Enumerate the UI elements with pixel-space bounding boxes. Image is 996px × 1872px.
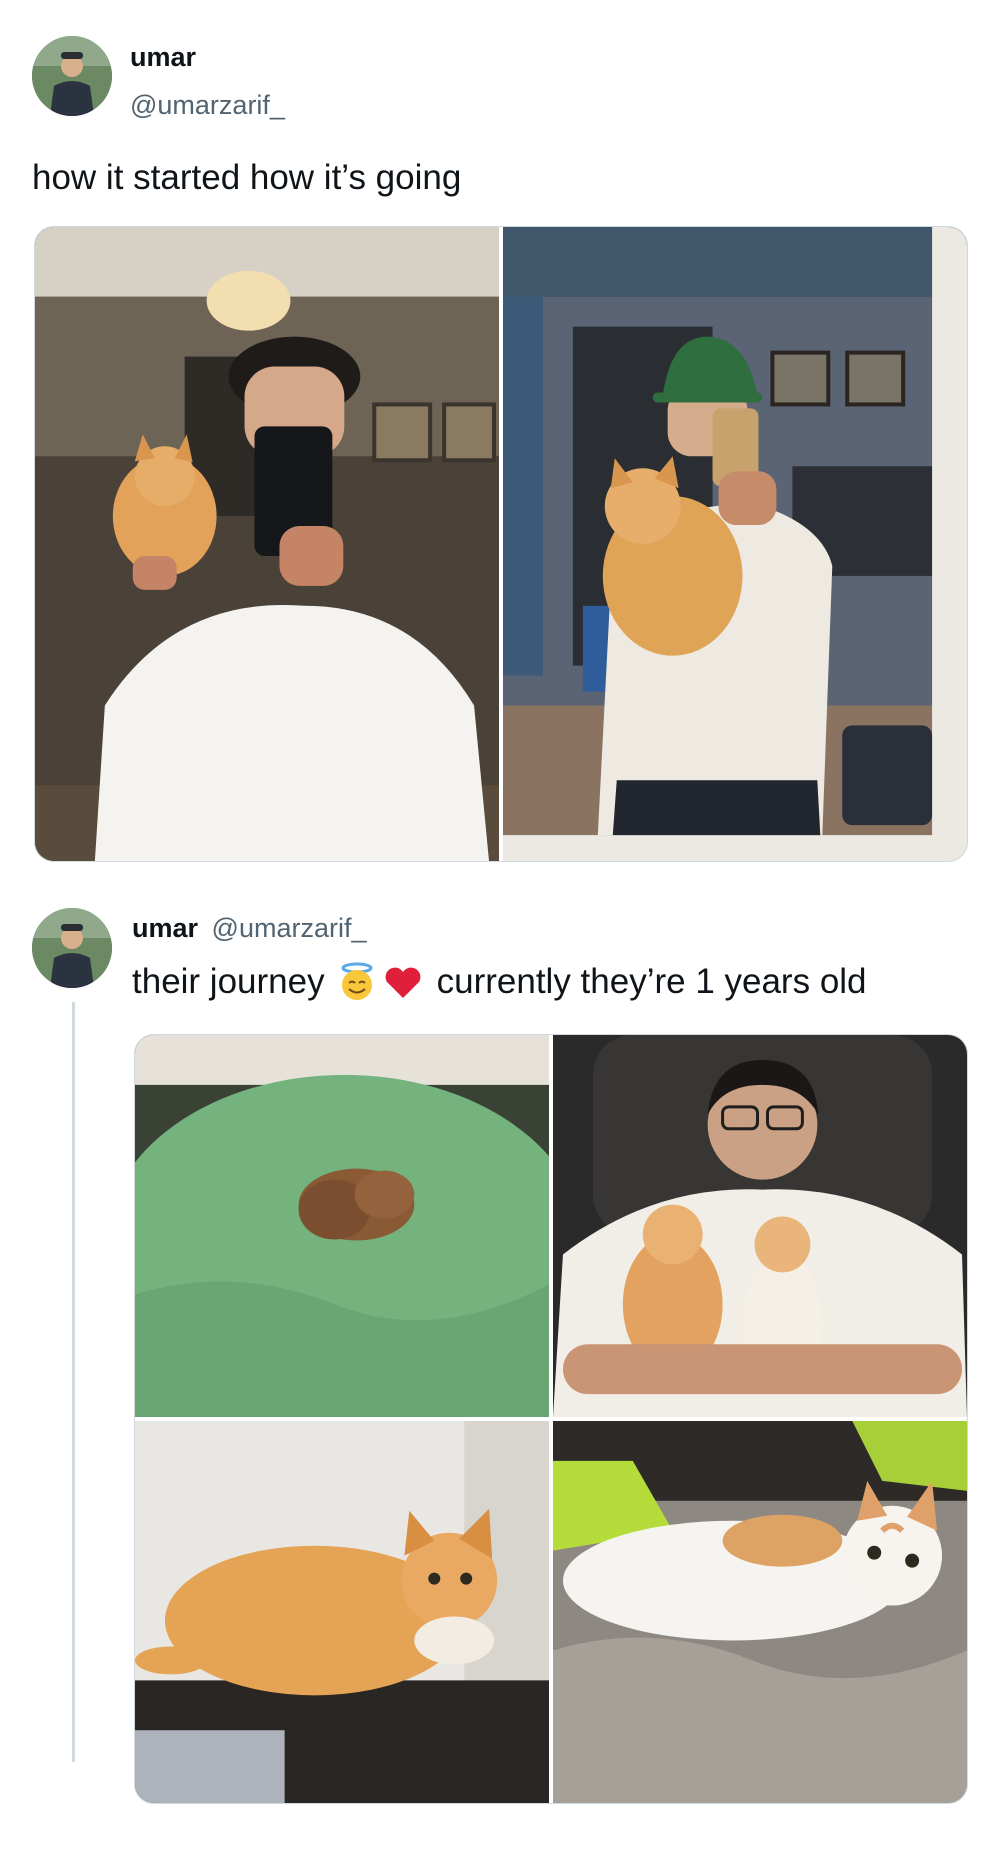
thread-connector-line — [72, 1002, 75, 1762]
reply-author-avatar[interactable] — [32, 908, 112, 988]
reply-header: umar @umarzarif_ — [132, 913, 367, 944]
reply-text: their journey currently they’re 1 years … — [132, 962, 867, 1002]
reply-text-part-1: their journey — [132, 962, 325, 1001]
avatar-image — [32, 36, 112, 116]
photo-man-with-kittens[interactable] — [553, 1035, 967, 1418]
reply-author-handle[interactable]: @umarzarif_ — [212, 913, 367, 943]
photo-white-cat-blanket[interactable] — [553, 1421, 967, 1803]
avatar-image — [32, 908, 112, 988]
reply-media-grid — [134, 1034, 968, 1804]
red-heart-icon — [385, 967, 421, 998]
tweet-media — [34, 226, 968, 862]
reply-text-part-2: currently they’re 1 years old — [436, 962, 867, 1001]
reply-author-name[interactable]: umar — [132, 913, 198, 943]
photo-how-its-going[interactable] — [503, 227, 967, 861]
photo-how-it-started[interactable] — [35, 227, 499, 861]
smiling-face-with-halo-icon — [341, 962, 373, 1000]
author-name[interactable]: umar — [130, 42, 196, 73]
photo-newborn-kittens[interactable] — [135, 1035, 549, 1418]
author-avatar[interactable] — [32, 36, 112, 116]
photo-orange-cat-table[interactable] — [135, 1421, 549, 1803]
author-handle[interactable]: @umarzarif_ — [130, 90, 285, 121]
tweet-text: how it started how it’s going — [32, 158, 462, 197]
